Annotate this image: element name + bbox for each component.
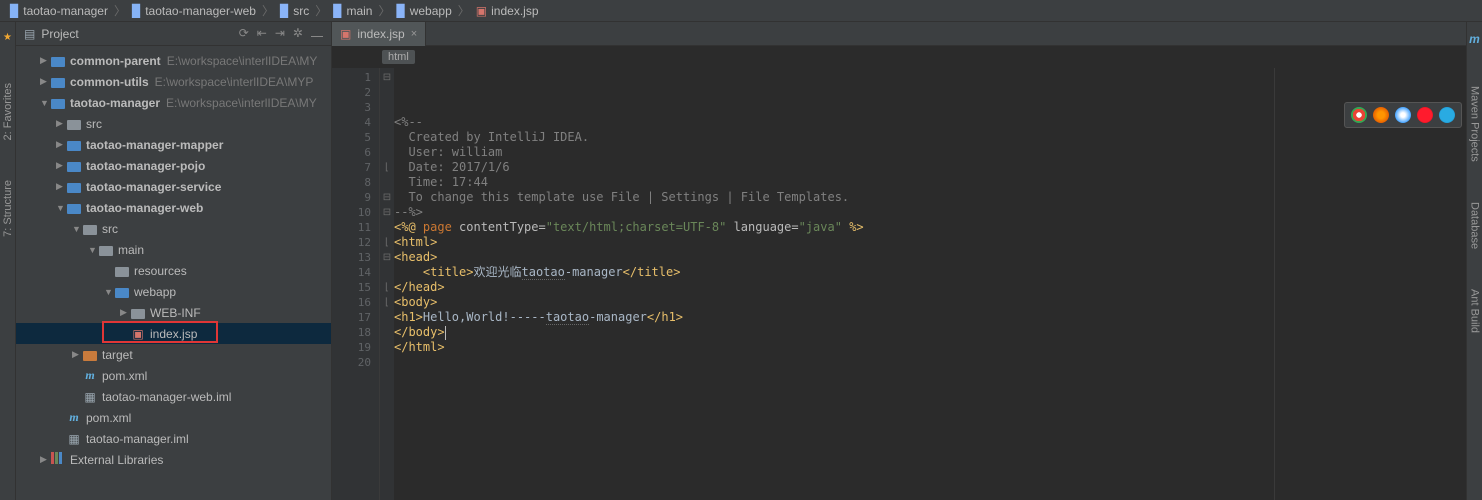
close-icon[interactable]: × [411,28,417,40]
tree-taotao-manager[interactable]: ▼taotao-managerE:\workspace\interlIDEA\M… [16,92,331,113]
tool-maven[interactable]: Maven Projects [1469,86,1481,162]
project-header: ▤ Project ⟳ ⇤ ⇥ ✲ ⎼ [16,22,331,46]
folder-icon [98,244,114,256]
favorites-star-icon: ★ [3,32,12,43]
folder-icon [82,223,98,235]
breadcrumb-taotao-manager[interactable]: ▉taotao-manager [6,4,112,18]
gear-icon[interactable]: ✲ [293,26,303,41]
folder-blue-icon [66,139,82,151]
tree-src[interactable]: ▼src [16,218,331,239]
autoscroll-icon[interactable]: ⟳ [239,26,249,41]
folder-blue-icon [114,286,130,298]
folder-blue-icon [66,202,82,214]
tree-main[interactable]: ▼main [16,239,331,260]
tool-structure[interactable]: 7: Structure [2,180,14,237]
tab-label: index.jsp [357,27,404,41]
expand-icon[interactable]: ⇥ [275,26,285,41]
tree-WEB-INF[interactable]: ▶WEB-INF [16,302,331,323]
tree-taotao-manager-web.iml[interactable]: ▦taotao-manager-web.iml [16,386,331,407]
maven-m-icon: m [1469,32,1480,46]
iml-icon: ▦ [82,390,98,404]
collapse-icon[interactable]: ⇤ [257,26,267,41]
project-panel: ▤ Project ⟳ ⇤ ⇥ ✲ ⎼ ▶common-parentE:\wor… [16,22,332,500]
fold-column[interactable]: ⊟⌊⊟⊟⌊⊟⌊⌊ [380,68,394,500]
breadcrumb-main[interactable]: ▉main [329,4,376,18]
tool-database[interactable]: Database [1469,202,1481,249]
tree-target[interactable]: ▶target [16,344,331,365]
breadcrumb-src[interactable]: ▉src [276,4,313,18]
tree-webapp[interactable]: ▼webapp [16,281,331,302]
chrome-icon[interactable] [1351,107,1367,123]
iml-icon: ▦ [66,432,82,446]
folder-blue-icon [66,160,82,172]
code-area[interactable]: <%-- Created by IntelliJ IDEA. User: wil… [394,68,1482,500]
folder-blue-icon [50,76,66,88]
folder-icon: ▉ [280,4,289,18]
tab-bar: ▣ index.jsp × [332,22,1482,46]
right-tool-strip: m Maven Projects Database Ant Build [1466,22,1482,500]
folder-icon: ▉ [333,4,342,18]
breadcrumb-taotao-manager-web[interactable]: ▉taotao-manager-web [128,4,260,18]
jsp-icon: ▣ [476,4,487,18]
hide-icon[interactable]: ⎼ [311,26,323,41]
ie-icon[interactable] [1439,107,1455,123]
folder-blue-icon [66,181,82,193]
tool-ant[interactable]: Ant Build [1469,289,1481,333]
tab-index-jsp[interactable]: ▣ index.jsp × [332,22,426,46]
folder-icon [114,265,130,277]
project-toolbar: ⟳ ⇤ ⇥ ✲ ⎼ [239,26,323,41]
tree-External Libraries[interactable]: ▶External Libraries [16,449,331,470]
opera-icon[interactable] [1417,107,1433,123]
folder-icon [66,118,82,130]
project-tree[interactable]: ▶common-parentE:\workspace\interlIDEA\MY… [16,46,331,470]
folder-icon: ▉ [10,4,19,18]
tree-taotao-manager-web[interactable]: ▼taotao-manager-web [16,197,331,218]
breadcrumb: ▉taotao-manager〉▉taotao-manager-web〉▉src… [0,0,1482,22]
breadcrumb-index.jsp[interactable]: ▣index.jsp [472,4,543,18]
folder-icon: ▉ [132,4,141,18]
tree-common-utils[interactable]: ▶common-utilsE:\workspace\interlIDEA\MYP [16,71,331,92]
context-html[interactable]: html [382,50,415,64]
breadcrumb-webapp[interactable]: ▉webapp [392,4,455,18]
tree-taotao-manager-mapper[interactable]: ▶taotao-manager-mapper [16,134,331,155]
tree-common-parent[interactable]: ▶common-parentE:\workspace\interlIDEA\MY [16,50,331,71]
project-header-label: Project [41,27,78,41]
tool-favorites[interactable]: 2: Favorites [2,83,14,140]
browser-preview [1344,102,1462,128]
folder-blue-icon [50,55,66,67]
folder-orange-icon [82,349,98,361]
context-bar: html [332,46,1482,68]
folder-blue-icon [50,97,66,109]
editor: ▣ index.jsp × html 123456789101112131415… [332,22,1482,500]
tree-src[interactable]: ▶src [16,113,331,134]
left-tool-strip: ★ 2: Favorites 7: Structure [0,22,16,500]
tree-pom.xml[interactable]: mpom.xml [16,365,331,386]
tree-taotao-manager.iml[interactable]: ▦taotao-manager.iml [16,428,331,449]
gutter: 1234567891011121314151617181920 [332,68,380,500]
books-icon [50,452,66,467]
folder-icon [130,307,146,319]
tree-resources[interactable]: resources [16,260,331,281]
folder-icon: ▉ [396,4,405,18]
m-icon: m [66,410,82,425]
firefox-icon[interactable] [1373,107,1389,123]
tree-pom.xml[interactable]: mpom.xml [16,407,331,428]
safari-icon[interactable] [1395,107,1411,123]
tree-taotao-manager-pojo[interactable]: ▶taotao-manager-pojo [16,155,331,176]
editor-body[interactable]: 1234567891011121314151617181920 ⊟⌊⊟⊟⌊⊟⌊⌊… [332,68,1482,500]
m-icon: m [82,368,98,383]
jsp-icon: ▣ [340,27,351,41]
project-icon: ▤ [24,27,35,41]
tree-taotao-manager-service[interactable]: ▶taotao-manager-service [16,176,331,197]
